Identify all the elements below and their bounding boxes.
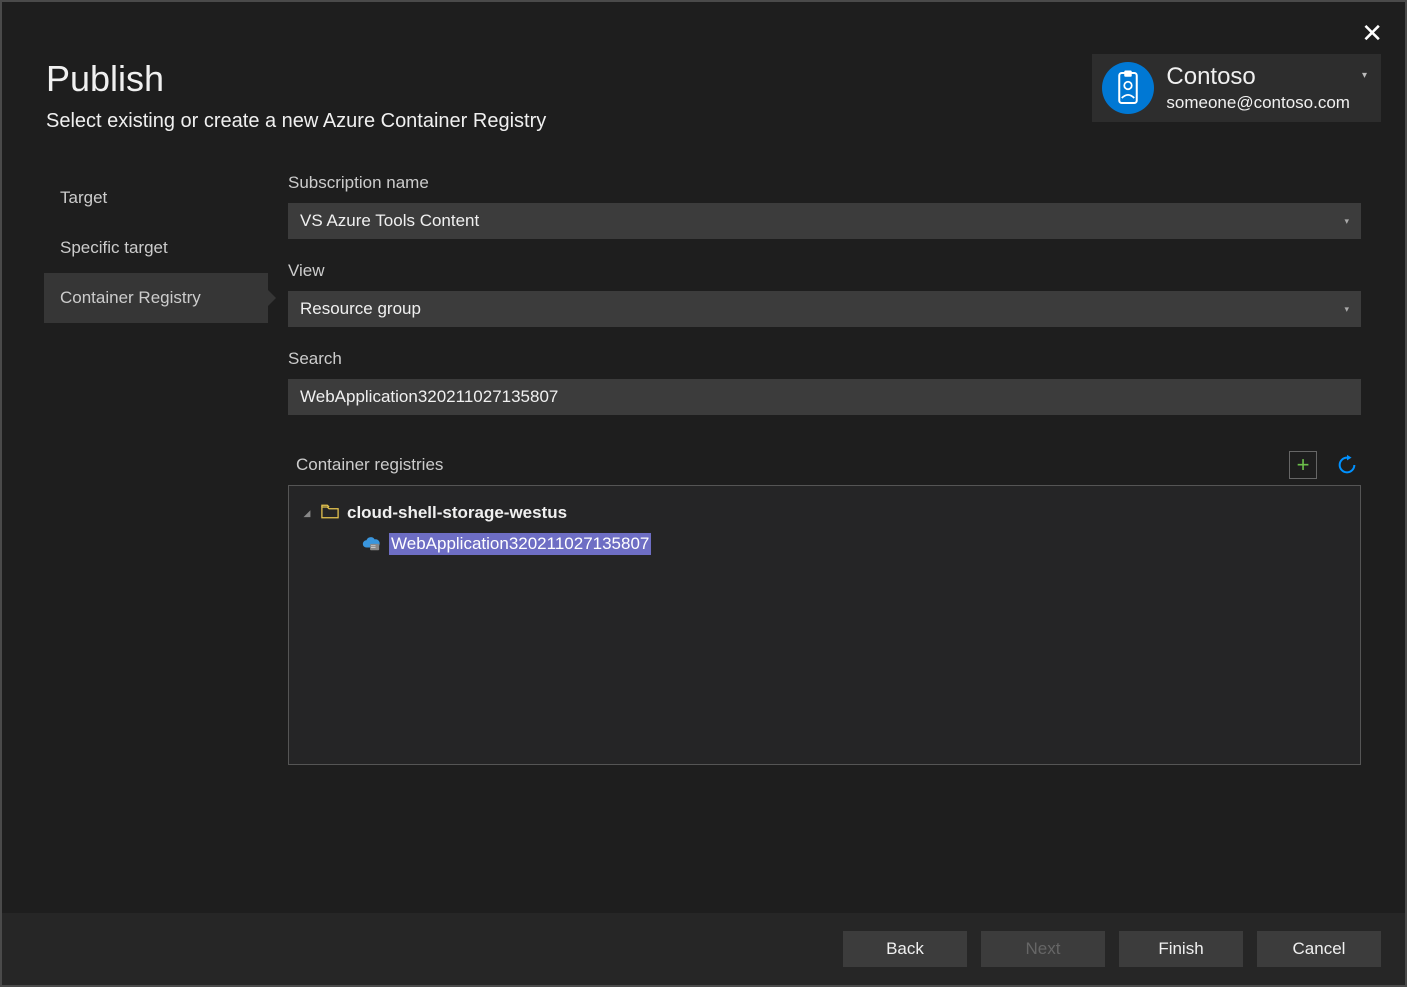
account-email: someone@contoso.com <box>1166 93 1350 113</box>
container-registries-label: Container registries <box>296 455 443 475</box>
sidebar-item-specific-target[interactable]: Specific target <box>44 223 268 273</box>
finish-button[interactable]: Finish <box>1119 931 1243 967</box>
chevron-down-icon: ▾ <box>1344 304 1349 315</box>
create-new-button[interactable]: + <box>1289 451 1317 479</box>
sidebar-item-label: Specific target <box>60 238 168 257</box>
back-button[interactable]: Back <box>843 931 967 967</box>
folder-icon <box>321 504 339 522</box>
sidebar-item-label: Target <box>60 188 107 207</box>
sidebar-item-target[interactable]: Target <box>44 173 268 223</box>
dialog-footer: Back Next Finish Cancel <box>2 913 1405 985</box>
wizard-steps: Target Specific target Container Registr… <box>2 173 268 913</box>
view-label: View <box>288 261 1361 281</box>
sidebar-item-container-registry[interactable]: Container Registry <box>44 273 268 323</box>
tree-group[interactable]: ◢ cloud-shell-storage-westus <box>301 500 1348 526</box>
account-selector[interactable]: Contoso someone@contoso.com ▾ <box>1092 54 1381 122</box>
refresh-icon <box>1336 454 1358 476</box>
tree-item-label: WebApplication320211027135807 <box>389 533 651 555</box>
container-registry-tree[interactable]: ◢ cloud-shell-storage-westus <box>288 485 1361 765</box>
search-label: Search <box>288 349 1361 369</box>
view-value: Resource group <box>300 299 421 319</box>
collapse-icon[interactable]: ◢ <box>301 508 313 519</box>
tree-item[interactable]: WebApplication320211027135807 <box>301 530 1348 558</box>
search-input[interactable] <box>288 379 1361 415</box>
subscription-label: Subscription name <box>288 173 1361 193</box>
subscription-dropdown[interactable]: VS Azure Tools Content ▾ <box>288 203 1361 239</box>
refresh-button[interactable] <box>1333 451 1361 479</box>
tree-group-label: cloud-shell-storage-westus <box>347 503 567 523</box>
chevron-down-icon: ▾ <box>1344 216 1349 227</box>
badge-icon <box>1102 62 1154 114</box>
account-name: Contoso <box>1166 63 1350 91</box>
view-dropdown[interactable]: Resource group ▾ <box>288 291 1361 327</box>
sidebar-item-label: Container Registry <box>60 288 201 307</box>
cloud-icon <box>361 535 381 554</box>
close-button[interactable]: ✕ <box>1361 20 1383 46</box>
chevron-down-icon: ▾ <box>1362 70 1367 81</box>
cancel-button[interactable]: Cancel <box>1257 931 1381 967</box>
subscription-value: VS Azure Tools Content <box>300 211 479 231</box>
next-button: Next <box>981 931 1105 967</box>
